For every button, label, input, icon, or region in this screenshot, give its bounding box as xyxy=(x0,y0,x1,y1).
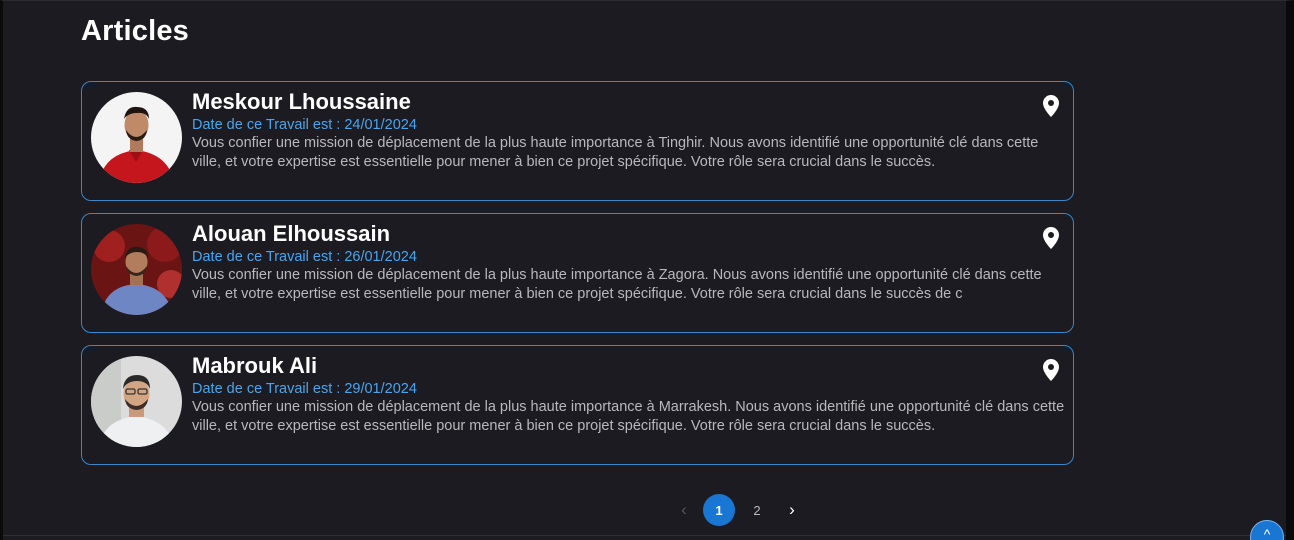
work-date: Date de ce Travail est : 26/01/2024 xyxy=(192,249,417,265)
article-body: Mabrouk Ali Date de ce Travail est : 29/… xyxy=(192,353,1068,436)
footer-divider xyxy=(3,535,1286,536)
app-frame: Articles Meskour Lhoussaine Date de ce T… xyxy=(0,0,1294,540)
chevron-up-icon: ^ xyxy=(1263,526,1271,540)
map-pin-icon[interactable] xyxy=(1043,227,1059,249)
work-description: Vous confier une mission de déplacement … xyxy=(192,267,1042,302)
work-date: Date de ce Travail est : 29/01/2024 xyxy=(192,381,417,397)
page-title: Articles xyxy=(81,15,189,47)
article-card[interactable]: Mabrouk Ali Date de ce Travail est : 29/… xyxy=(81,345,1074,465)
article-list: Meskour Lhoussaine Date de ce Travail es… xyxy=(81,81,1074,477)
author-name: Meskour Lhoussaine xyxy=(192,89,411,114)
avatar xyxy=(91,356,182,447)
article-card[interactable]: Meskour Lhoussaine Date de ce Travail es… xyxy=(81,81,1074,201)
work-description: Vous confier une mission de déplacement … xyxy=(192,135,1039,170)
author-name: Mabrouk Ali xyxy=(192,353,318,378)
previous-page-icon[interactable]: ‹ xyxy=(668,494,700,526)
scroll-to-top-button[interactable]: ^ xyxy=(1250,520,1284,540)
map-pin-icon[interactable] xyxy=(1043,95,1059,117)
work-date: Date de ce Travail est : 24/01/2024 xyxy=(192,117,417,133)
avatar xyxy=(91,224,182,315)
pagination: ‹ 1 2 › xyxy=(668,494,808,526)
article-card[interactable]: Alouan Elhoussain Date de ce Travail est… xyxy=(81,213,1074,333)
work-description: Vous confier une mission de déplacement … xyxy=(192,399,1065,434)
article-body: Alouan Elhoussain Date de ce Travail est… xyxy=(192,221,1068,304)
author-name: Alouan Elhoussain xyxy=(192,221,391,246)
next-page-icon[interactable]: › xyxy=(776,494,808,526)
page-button-2[interactable]: 2 xyxy=(741,494,773,526)
map-pin-icon[interactable] xyxy=(1043,359,1059,381)
avatar xyxy=(91,92,182,183)
article-body: Meskour Lhoussaine Date de ce Travail es… xyxy=(192,89,1068,172)
page-button-1[interactable]: 1 xyxy=(703,494,735,526)
